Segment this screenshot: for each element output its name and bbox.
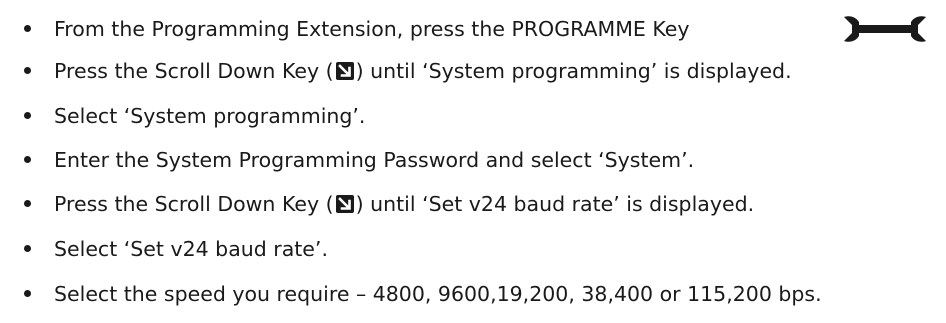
step-text: Select the speed you require – 4800, 960… — [54, 279, 822, 309]
bullet — [24, 25, 31, 32]
bullet — [24, 67, 31, 74]
scroll-down-arrow-icon — [335, 62, 354, 80]
step-text-part: Press the Scroll Down Key ( — [54, 192, 334, 216]
step-text: Select ‘Set v24 baud rate’. — [54, 234, 328, 264]
scroll-down-arrow-icon — [335, 195, 354, 213]
step-text-part: Select the speed you require – 4800, 960… — [54, 282, 822, 306]
step-text-part: ) until ‘Set v24 baud rate’ is displayed… — [355, 192, 755, 216]
bullet — [24, 245, 31, 252]
step-text-part: Enter the System Programming Password an… — [54, 148, 695, 172]
step-text: From the Programming Extension, press th… — [54, 14, 690, 44]
bullet — [24, 200, 31, 207]
step-text: Select ‘System programming’. — [54, 101, 365, 131]
step-text-part: Press the Scroll Down Key ( — [54, 59, 334, 83]
step-text: Press the Scroll Down Key ( ) until ‘Syst… — [54, 56, 792, 86]
step-text-part: From the Programming Extension, press th… — [54, 17, 690, 41]
bullet — [24, 290, 31, 297]
bullet — [24, 112, 31, 119]
step-text-part: Select ‘System programming’. — [54, 104, 366, 128]
bullet — [24, 156, 31, 163]
step-text: Press the Scroll Down Key ( ) until ‘Set … — [54, 189, 754, 219]
step-text-part: ) until ‘System programming’ is displaye… — [355, 59, 792, 83]
step-text: Enter the System Programming Password an… — [54, 145, 694, 175]
wrench-icon — [844, 16, 926, 42]
step-text-part: Select ‘Set v24 baud rate’. — [54, 237, 328, 261]
